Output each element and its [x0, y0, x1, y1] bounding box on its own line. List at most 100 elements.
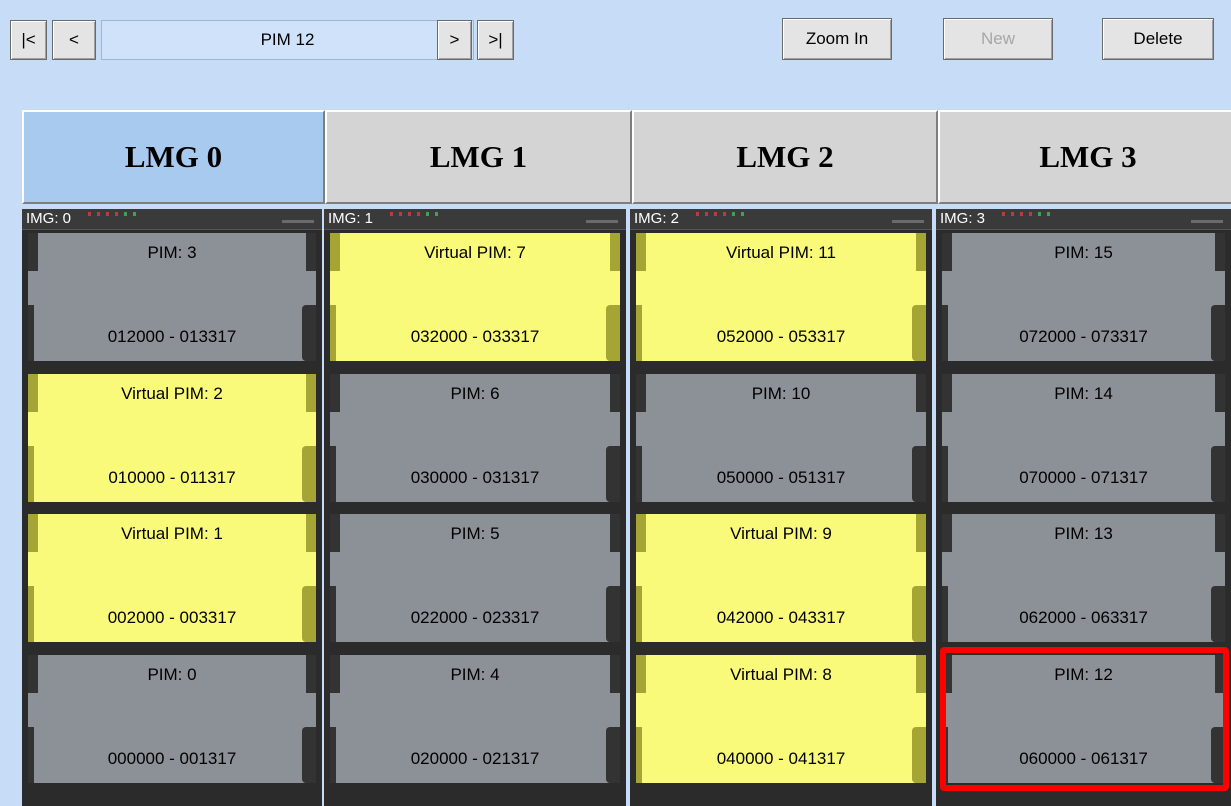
- pim-name: Virtual PIM: 1: [121, 524, 223, 543]
- pim-name: PIM: 10: [751, 384, 811, 403]
- pim-name: Virtual PIM: 9: [730, 524, 832, 543]
- status-led-icon: [1038, 212, 1041, 216]
- img-header: IMG: 2: [630, 209, 932, 230]
- pim-name: Virtual PIM: 7: [424, 243, 526, 262]
- pim-range: 010000 - 011317: [108, 468, 236, 487]
- lmg-tab-2[interactable]: LMG 2: [632, 110, 938, 204]
- pim-name: PIM: 14: [1054, 384, 1113, 403]
- pim-card[interactable]: PIM: 0 000000 - 001317: [28, 655, 316, 783]
- status-led-strip: [390, 212, 438, 218]
- zoom-in-button[interactable]: Zoom In: [782, 18, 892, 60]
- img-column-2: IMG: 2 Virtual PIM: 11 052000 - 053317 PIM:…: [630, 209, 932, 806]
- pim-range: 030000 - 031317: [410, 468, 540, 487]
- status-led-icon: [732, 212, 735, 216]
- brand-mark-icon: [892, 220, 924, 223]
- status-led-icon: [417, 212, 420, 216]
- status-led-icon: [115, 212, 118, 216]
- virtual-pim-card[interactable]: Virtual PIM: 11 052000 - 053317: [636, 233, 926, 361]
- selection-highlight: [940, 647, 1229, 791]
- pim-range: 040000 - 041317: [716, 749, 846, 768]
- lmg-tab-0[interactable]: LMG 0: [22, 110, 325, 204]
- pim-card[interactable]: PIM: 6 030000 - 031317: [330, 374, 620, 502]
- img-label: IMG: 0: [26, 210, 72, 227]
- virtual-pim-card[interactable]: Virtual PIM: 9 042000 - 043317: [636, 514, 926, 642]
- virtual-pim-card[interactable]: Virtual PIM: 1 002000 - 003317: [28, 514, 316, 642]
- pim-range: 000000 - 001317: [107, 749, 237, 768]
- img-column-0: IMG: 0 PIM: 3 012000 - 013317 Virtual PIM: …: [22, 209, 322, 806]
- pim-name: PIM: 0: [147, 665, 197, 684]
- status-led-icon: [88, 212, 91, 216]
- pim-card[interactable]: PIM: 5 022000 - 023317: [330, 514, 620, 642]
- pim-range: 020000 - 021317: [410, 749, 540, 768]
- pim-range: 052000 - 053317: [716, 327, 846, 346]
- status-led-icon: [97, 212, 100, 216]
- img-header: IMG: 0: [22, 209, 322, 230]
- img-label: IMG: 2: [634, 210, 680, 227]
- pim-range: 042000 - 043317: [716, 608, 846, 627]
- status-led-icon: [723, 212, 726, 216]
- new-button[interactable]: New: [943, 18, 1053, 60]
- next-page-button[interactable]: >: [437, 20, 472, 60]
- brand-mark-icon: [282, 220, 314, 223]
- brand-mark-icon: [586, 220, 618, 223]
- pim-card[interactable]: PIM: 13 062000 - 063317: [942, 514, 1225, 642]
- status-led-icon: [741, 212, 744, 216]
- status-led-icon: [1029, 212, 1032, 216]
- pim-card[interactable]: PIM: 14 070000 - 071317: [942, 374, 1225, 502]
- status-led-icon: [124, 212, 127, 216]
- pim-name: PIM: 5: [450, 524, 500, 543]
- pim-range: 050000 - 051317: [716, 468, 846, 487]
- img-header: IMG: 3: [936, 209, 1231, 230]
- pim-name: Virtual PIM: 11: [726, 243, 836, 262]
- pim-range: 062000 - 063317: [1019, 608, 1148, 627]
- pim-name: PIM: 3: [147, 243, 197, 262]
- virtual-pim-card[interactable]: Virtual PIM: 7 032000 - 033317: [330, 233, 620, 361]
- img-header: IMG: 1: [324, 209, 626, 230]
- status-led-icon: [408, 212, 411, 216]
- status-led-icon: [133, 212, 136, 216]
- pim-card[interactable]: PIM: 10 050000 - 051317: [636, 374, 926, 502]
- lmg-tab-3[interactable]: LMG 3: [938, 110, 1231, 204]
- pim-range: 002000 - 003317: [107, 608, 237, 627]
- virtual-pim-card[interactable]: Virtual PIM: 8 040000 - 041317: [636, 655, 926, 783]
- status-led-icon: [1011, 212, 1014, 216]
- status-led-icon: [390, 212, 393, 216]
- pim-range: 022000 - 023317: [410, 608, 540, 627]
- virtual-pim-card[interactable]: Virtual PIM: 2 010000 - 011317: [28, 374, 316, 502]
- status-led-icon: [714, 212, 717, 216]
- pim-range: 012000 - 013317: [107, 327, 237, 346]
- lmg-tab-1[interactable]: LMG 1: [325, 110, 632, 204]
- pim-name: Virtual PIM: 8: [730, 665, 832, 684]
- last-page-button[interactable]: >|: [477, 20, 514, 60]
- pim-name: PIM: 4: [450, 665, 500, 684]
- pim-card[interactable]: PIM: 4 020000 - 021317: [330, 655, 620, 783]
- pim-name: PIM: 6: [450, 384, 500, 403]
- status-led-icon: [705, 212, 708, 216]
- pim-name: PIM: 13: [1054, 524, 1113, 543]
- status-led-icon: [1047, 212, 1050, 216]
- img-label: IMG: 1: [328, 210, 374, 227]
- status-led-icon: [435, 212, 438, 216]
- status-led-icon: [696, 212, 699, 216]
- status-led-icon: [426, 212, 429, 216]
- img-label: IMG: 3: [940, 210, 986, 227]
- pim-card[interactable]: PIM: 15 072000 - 073317: [942, 233, 1225, 361]
- first-page-button[interactable]: |<: [10, 20, 47, 60]
- pim-name: PIM: 15: [1054, 243, 1113, 262]
- pim-range: 032000 - 033317: [410, 327, 540, 346]
- pim-card[interactable]: PIM: 3 012000 - 013317: [28, 233, 316, 361]
- pim-range: 070000 - 071317: [1019, 468, 1148, 487]
- status-led-strip: [1002, 212, 1050, 218]
- delete-button[interactable]: Delete: [1102, 18, 1214, 60]
- img-column-1: IMG: 1 Virtual PIM: 7 032000 - 033317 PIM: …: [324, 209, 626, 806]
- pim-range: 072000 - 073317: [1019, 327, 1148, 346]
- status-led-strip: [696, 212, 744, 218]
- brand-mark-icon: [1191, 220, 1223, 223]
- status-led-strip: [88, 212, 136, 218]
- pim-name: Virtual PIM: 2: [121, 384, 223, 403]
- previous-page-button[interactable]: <: [52, 20, 96, 60]
- status-led-icon: [399, 212, 402, 216]
- status-led-icon: [1002, 212, 1005, 216]
- status-led-icon: [1020, 212, 1023, 216]
- status-led-icon: [106, 212, 109, 216]
